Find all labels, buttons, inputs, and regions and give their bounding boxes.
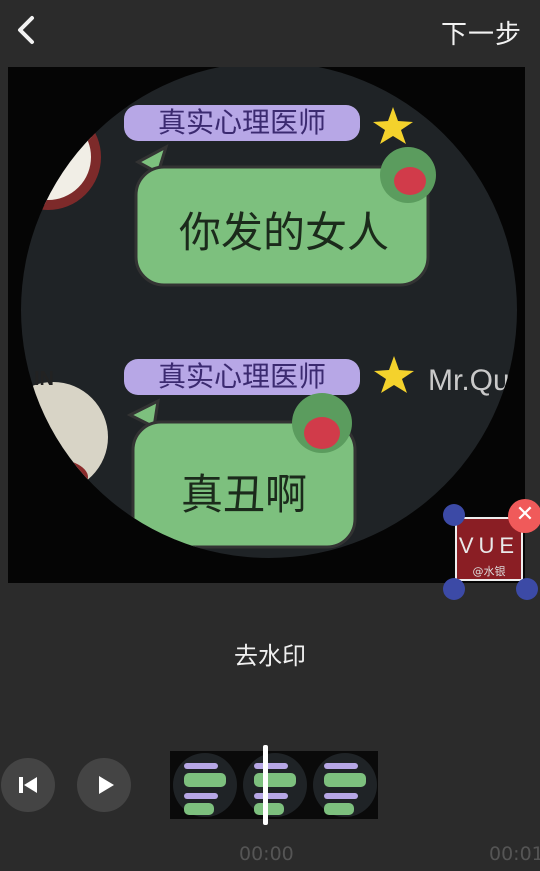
watermark-subtext: @水银 — [472, 565, 506, 578]
close-watermark-button[interactable]: ✕ — [508, 499, 540, 533]
resize-handle-top-left[interactable] — [443, 504, 465, 526]
skip-previous-button[interactable] — [1, 758, 55, 812]
filmstrip-thumbnails — [173, 753, 377, 817]
bubble-1-message: 你发的女人 — [179, 208, 389, 257]
play-button[interactable] — [77, 758, 131, 812]
patch-text: IN — [34, 368, 54, 390]
watermark-text: VUE — [458, 533, 520, 558]
top-bar: 下一步 — [0, 0, 540, 62]
resize-handle-bottom-right[interactable] — [516, 578, 538, 600]
time-end: 00:01 — [489, 843, 540, 865]
bubble-2-message: 真丑啊 — [181, 470, 307, 519]
close-icon: ✕ — [515, 502, 535, 527]
side-text: Mr.Qu — [428, 364, 510, 397]
skip-previous-icon — [19, 777, 37, 793]
resize-handle-bottom-left[interactable] — [443, 578, 465, 600]
bubble-1-tag: 真实心理医师 — [158, 106, 326, 139]
chevron-left-icon — [18, 16, 34, 44]
bubble-2-tag: 真实心理医师 — [158, 360, 326, 393]
back-button[interactable] — [10, 10, 46, 50]
timeline-filmstrip[interactable] — [170, 751, 378, 819]
next-step-button[interactable]: 下一步 — [441, 14, 522, 51]
remove-watermark-title: 去水印 — [234, 642, 306, 670]
play-icon — [99, 776, 114, 794]
time-start: 00:00 — [239, 843, 294, 865]
timeline-playhead[interactable] — [263, 745, 268, 825]
